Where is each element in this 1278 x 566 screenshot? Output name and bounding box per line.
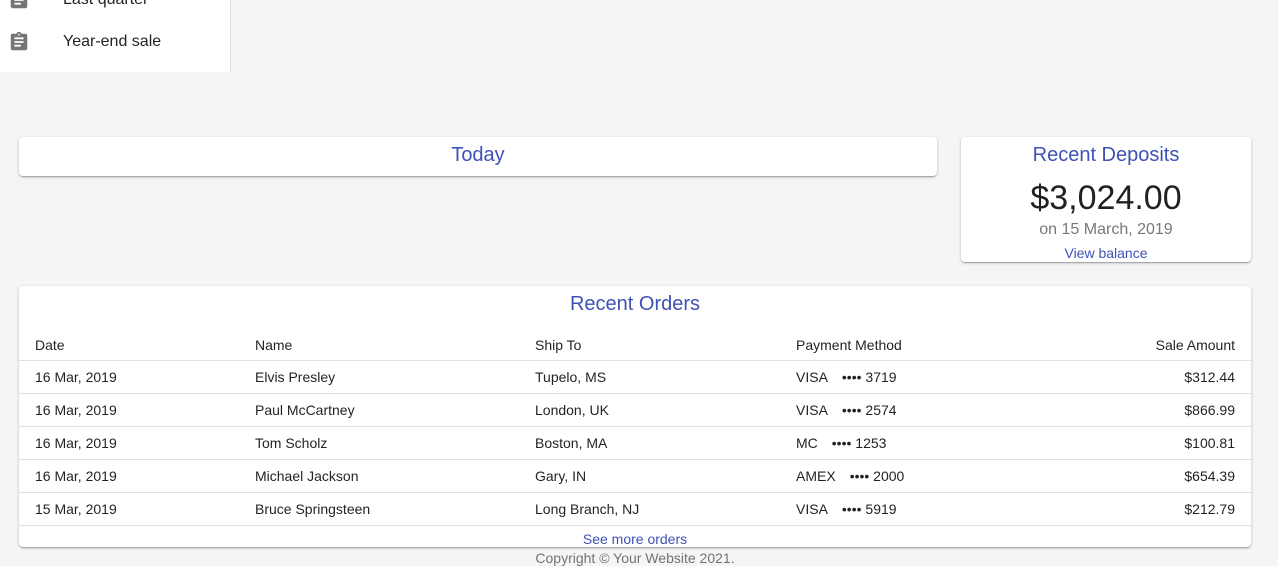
today-card: Today [19,137,937,176]
order-name: Michael Jackson [239,459,519,493]
orders-table: Date Name Ship To Payment Method Sale Am… [19,330,1251,526]
order-date: 16 Mar, 2019 [19,393,239,427]
table-row: 16 Mar, 2019 Michael Jackson Gary, IN AM… [19,459,1251,493]
deposits-title: Recent Deposits [1032,144,1180,166]
order-amount: $866.99 [1007,393,1251,427]
order-name: Tom Scholz [239,426,519,460]
card-brand: MC [796,435,818,451]
drawer-item-year-end-sale[interactable]: Year-end sale [0,18,230,66]
order-amount: $312.44 [1007,360,1251,394]
order-date: 15 Mar, 2019 [19,492,239,526]
see-more-container: See more orders [19,530,1251,549]
card-number: •••• 1253 [831,435,887,451]
order-date: 16 Mar, 2019 [19,459,239,493]
order-name: Elvis Presley [239,360,519,394]
card-number: •••• 2574 [841,402,897,418]
column-header-payment-method: Payment Method [780,330,1007,361]
column-header-sale-amount: Sale Amount [1007,330,1251,361]
drawer-item-label: Year-end sale [63,33,162,50]
order-payment: MC •••• 1253 [780,426,1007,460]
card-number: •••• 2000 [849,468,905,484]
table-header-row: Date Name Ship To Payment Method Sale Am… [19,330,1251,361]
order-date: 16 Mar, 2019 [19,360,239,394]
order-ship-to: Gary, IN [519,459,780,493]
order-date: 16 Mar, 2019 [19,426,239,460]
deposit-amount: $3,024.00 [1030,179,1182,217]
order-amount: $654.39 [1007,459,1251,493]
order-name: Paul McCartney [239,393,519,427]
order-amount: $100.81 [1007,426,1251,460]
card-brand: AMEX [796,468,836,484]
order-payment: AMEX •••• 2000 [780,459,1007,493]
card-brand: VISA [796,402,828,418]
nav-drawer: Last quarter Year-end sale [0,0,231,72]
order-name: Bruce Springsteen [239,492,519,526]
order-ship-to: Boston, MA [519,426,780,460]
table-row: 16 Mar, 2019 Paul McCartney London, UK V… [19,393,1251,427]
orders-card: Recent Orders Date Name Ship To Payment … [19,286,1251,547]
order-ship-to: Long Branch, NJ [519,492,780,526]
order-payment: VISA •••• 3719 [780,360,1007,394]
column-header-ship-to: Ship To [519,330,780,361]
footer-copyright: Copyright © Your Website 2021. [535,550,735,566]
card-brand: VISA [796,501,828,517]
today-title: Today [451,144,505,166]
order-ship-to: London, UK [519,393,780,427]
drawer-item-label: Last quarter [63,0,148,9]
card-brand: VISA [796,369,828,385]
order-ship-to: Tupelo, MS [519,360,780,394]
column-header-date: Date [19,330,239,361]
order-payment: VISA •••• 5919 [780,492,1007,526]
card-number: •••• 3719 [841,369,897,385]
deposits-card: Recent Deposits $3,024.00 on 15 March, 2… [961,137,1251,262]
table-row: 16 Mar, 2019 Elvis Presley Tupelo, MS VI… [19,360,1251,394]
card-number: •••• 5919 [841,501,897,517]
table-row: 15 Mar, 2019 Bruce Springsteen Long Bran… [19,492,1251,526]
assignment-icon [8,31,30,53]
deposit-date: on 15 March, 2019 [1039,221,1173,238]
view-balance-link[interactable]: View balance [961,243,1251,263]
column-header-name: Name [239,330,519,361]
order-amount: $212.79 [1007,492,1251,526]
see-more-orders-link[interactable]: See more orders [583,531,687,547]
assignment-icon [8,0,30,11]
orders-title: Recent Orders [569,293,701,315]
order-payment: VISA •••• 2574 [780,393,1007,427]
table-row: 16 Mar, 2019 Tom Scholz Boston, MA MC •••… [19,426,1251,460]
